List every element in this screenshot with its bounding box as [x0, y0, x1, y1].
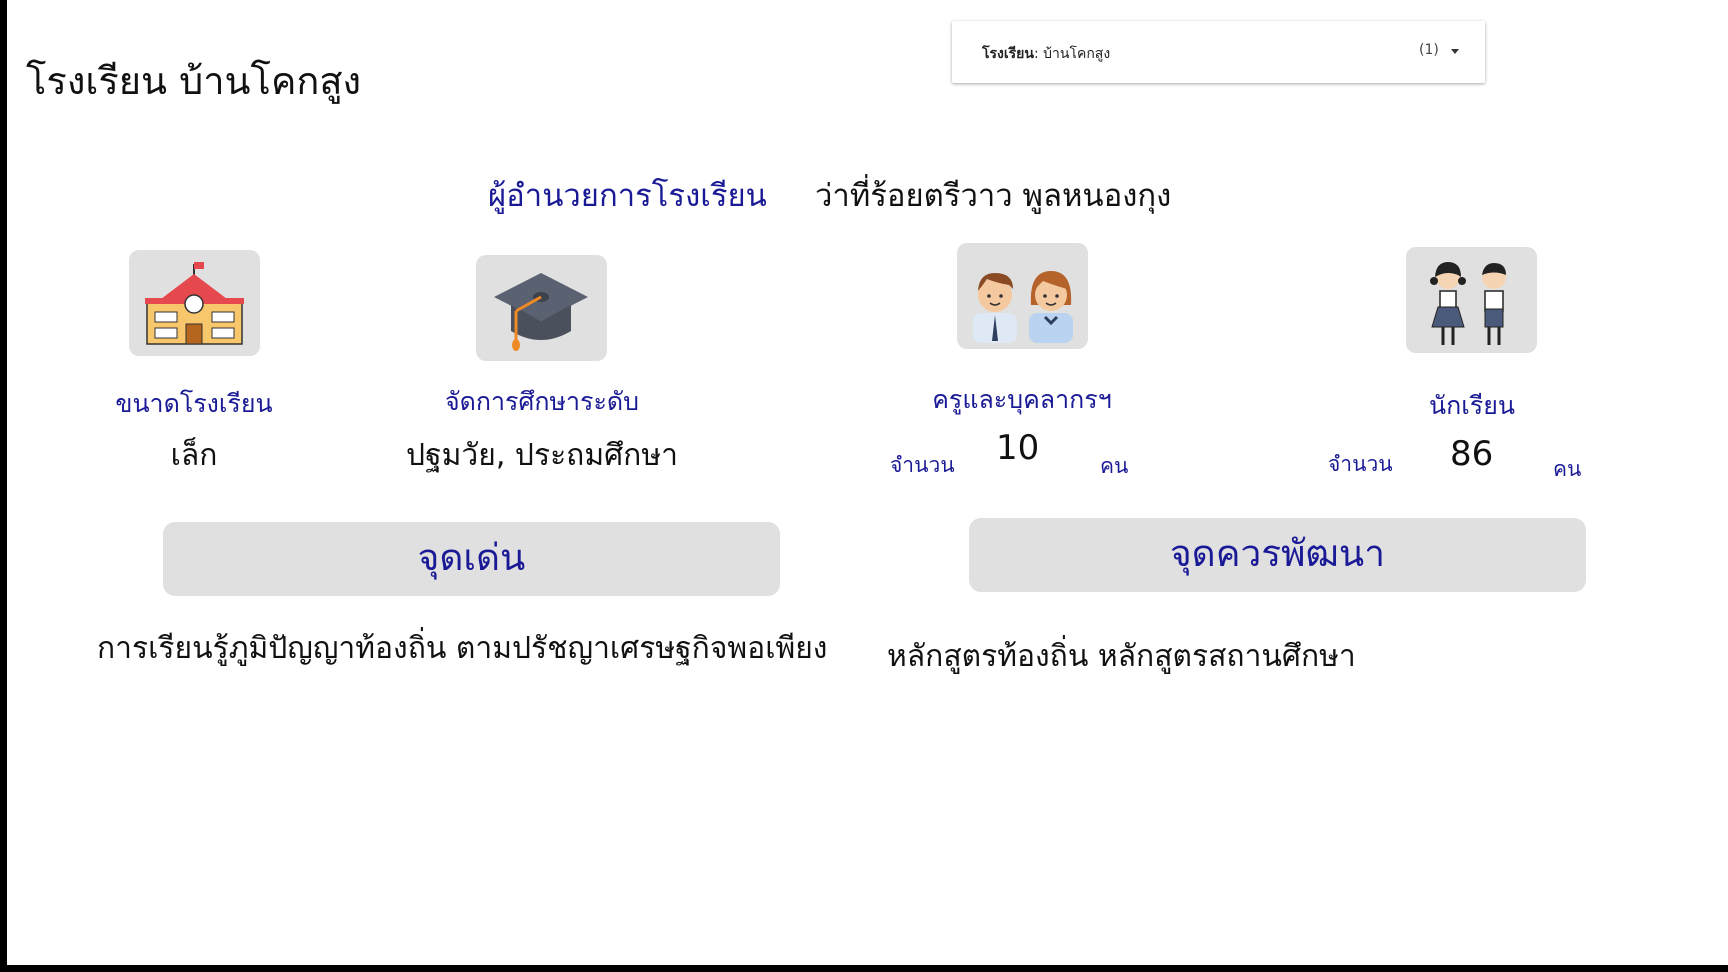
school-size-value: เล็ก [170, 438, 218, 473]
improvements-text: หลักสูตรท้องถิ่น หลักสูตรสถานศึกษา [887, 639, 1356, 674]
education-level-value: ปฐมวัย, ประถมศึกษา [406, 438, 678, 473]
education-level-label: จัดการศึกษาระดับ [445, 387, 639, 416]
strengths-text: การเรียนรู้ภูมิปัญญาท้องถิ่น ตามปรัชญาเศ… [97, 631, 828, 666]
teachers-count-label: จำนวน [890, 453, 955, 477]
filter-label: โรงเรียน: บ้านโคกสูง [982, 46, 1111, 62]
students-unit: คน [1553, 457, 1582, 481]
improvements-banner: จุดควรพัฒนา [969, 518, 1586, 592]
teachers-icon [957, 243, 1088, 349]
teachers-unit: คน [1100, 454, 1129, 478]
strengths-banner: จุดเด่น [163, 522, 780, 596]
strengths-heading: จุดเด่น [417, 536, 526, 579]
students-count: 86 [1450, 434, 1494, 474]
school-filter-dropdown[interactable]: โรงเรียน: บ้านโคกสูง (1) [952, 21, 1485, 83]
director-label: ผู้อำนวยการโรงเรียน [488, 178, 767, 214]
teachers-label: ครูและบุคลากรฯ [932, 385, 1112, 414]
students-count-label: จำนวน [1328, 452, 1393, 476]
chevron-down-icon[interactable] [1451, 49, 1459, 54]
filter-count: (1) [1419, 42, 1439, 58]
students-label: นักเรียน [1429, 391, 1515, 420]
school-size-label: ขนาดโรงเรียน [115, 389, 273, 418]
students-icon [1406, 247, 1537, 353]
director-name: ว่าที่ร้อยตรีวาว พูลหนองกุง [815, 178, 1172, 214]
graduation-cap-icon [476, 255, 607, 361]
teachers-count: 10 [996, 428, 1040, 468]
report-canvas: โรงเรียน บ้านโคกสูง โรงเรียน: บ้านโคกสูง… [7, 0, 1728, 965]
page-title: โรงเรียน บ้านโคกสูง [26, 59, 362, 103]
improvements-heading: จุดควรพัฒนา [1170, 532, 1385, 575]
school-building-icon [129, 250, 260, 356]
